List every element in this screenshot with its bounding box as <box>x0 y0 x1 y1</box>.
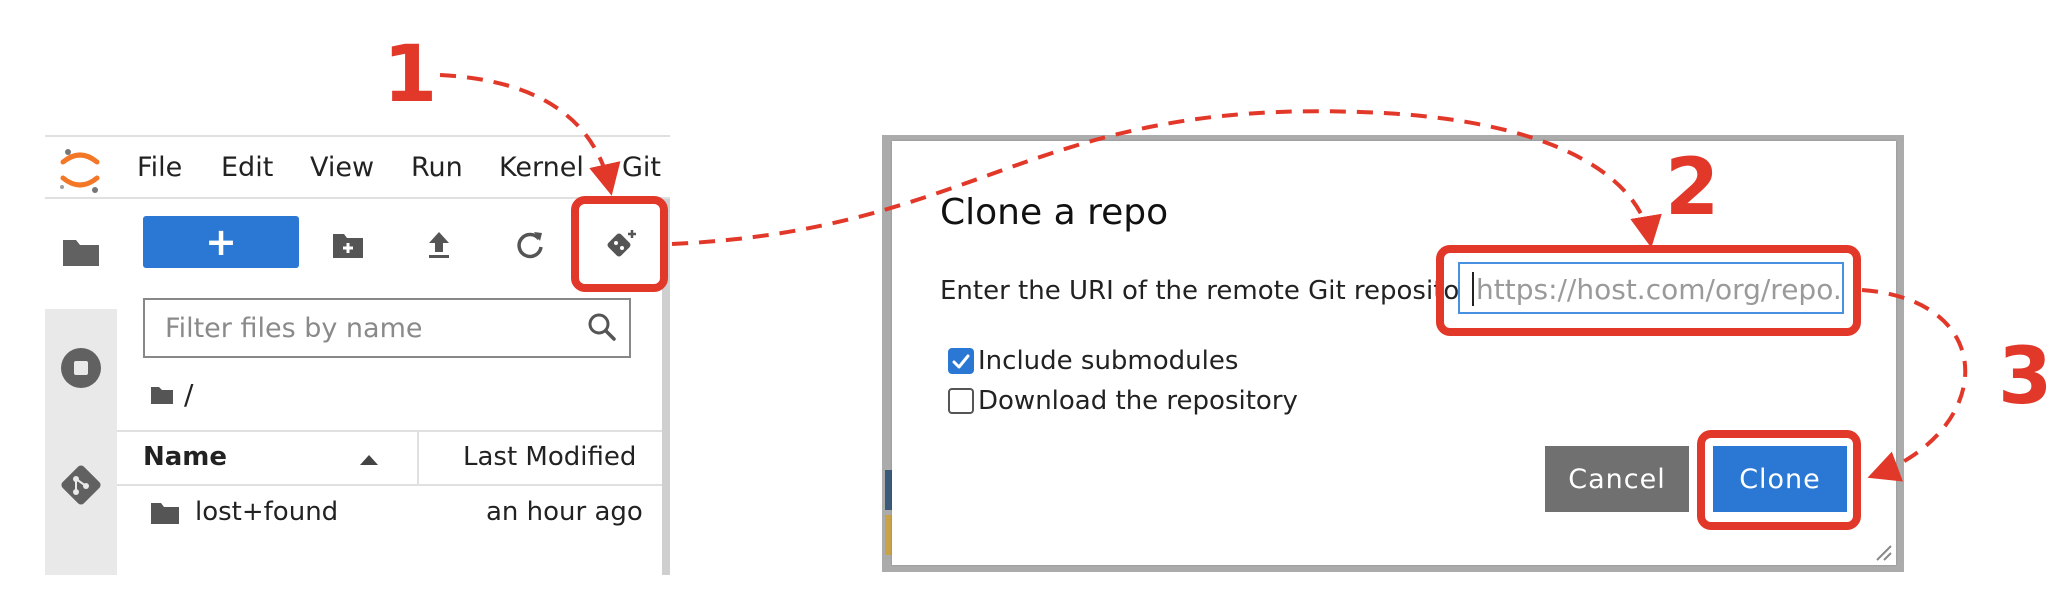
git-icon[interactable] <box>57 461 105 509</box>
jupyter-logo-icon <box>60 149 100 193</box>
download-repository-label: Download the repository <box>978 386 1298 416</box>
menu-file[interactable]: File <box>137 152 182 183</box>
include-submodules-label: Include submodules <box>978 346 1239 376</box>
highlight-clone-button <box>1697 430 1861 530</box>
checkmark-icon <box>952 354 970 369</box>
uri-prompt-label: Enter the URI of the remote Git reposito… <box>940 276 1486 306</box>
resize-grip-icon[interactable] <box>1874 543 1892 561</box>
download-repository-checkbox[interactable] <box>948 388 974 414</box>
step-number-1: 1 <box>383 30 438 120</box>
highlight-git-clone-button <box>571 196 668 292</box>
step-number-3: 3 <box>1998 332 2053 422</box>
menu-edit[interactable]: Edit <box>221 152 273 183</box>
new-launcher-label: + <box>205 220 237 264</box>
new-launcher-button[interactable]: + <box>143 216 299 268</box>
refresh-icon[interactable] <box>514 228 546 262</box>
upload-icon[interactable] <box>424 228 454 262</box>
filter-files-placeholder: Filter files by name <box>165 313 423 344</box>
menu-run[interactable]: Run <box>411 152 463 183</box>
column-header-name[interactable]: Name <box>143 442 227 472</box>
search-icon <box>588 313 616 341</box>
breadcrumb-folder-icon <box>151 386 173 404</box>
highlight-uri-input <box>1436 245 1861 336</box>
include-submodules-option[interactable]: Include submodules <box>948 346 1238 376</box>
cancel-button-label: Cancel <box>1568 463 1666 495</box>
dialog-title: Clone a repo <box>940 192 1169 233</box>
cancel-button[interactable]: Cancel <box>1545 446 1689 512</box>
breadcrumb[interactable]: / <box>150 378 193 411</box>
menu-git[interactable]: Git <box>622 152 661 183</box>
column-header-last-modified[interactable]: Last Modified <box>463 442 636 472</box>
menu-kernel[interactable]: Kernel <box>499 152 584 183</box>
breadcrumb-path: / <box>184 378 194 411</box>
folder-icon <box>151 503 179 524</box>
folder-icon[interactable] <box>57 228 105 276</box>
stop-circle-icon[interactable] <box>57 344 105 392</box>
sort-ascending-icon <box>360 455 378 465</box>
include-submodules-checkbox[interactable] <box>948 348 974 374</box>
step-number-2: 2 <box>1665 143 1720 233</box>
file-name: lost+found <box>195 497 339 527</box>
file-last-modified: an hour ago <box>486 497 643 527</box>
new-folder-icon[interactable] <box>330 228 366 262</box>
download-repository-option[interactable]: Download the repository <box>948 386 1298 416</box>
header-column-divider[interactable] <box>417 430 419 486</box>
menu-view[interactable]: View <box>310 152 374 183</box>
